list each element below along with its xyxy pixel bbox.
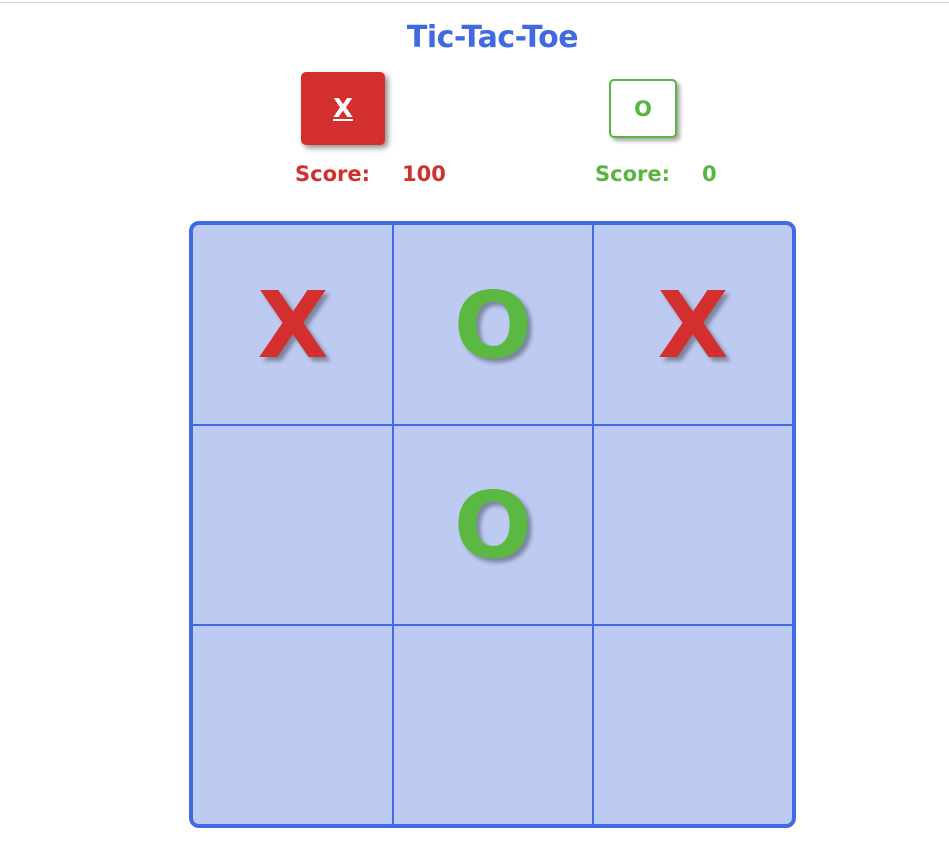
board-cell-6[interactable] — [593, 425, 792, 625]
board-cell-2[interactable]: O — [393, 225, 593, 425]
game-board: X O X O — [189, 221, 796, 828]
board-cell-8[interactable] — [393, 625, 593, 824]
player-o-score-label: Score: — [595, 162, 670, 186]
board-cell-9[interactable] — [593, 625, 792, 824]
grid-line-vertical — [392, 225, 394, 824]
board-cell-1[interactable]: X — [193, 225, 393, 425]
page-title: Tic-Tac-Toe — [406, 20, 579, 55]
top-divider — [0, 2, 949, 3]
player-x-score: Score: 100 — [295, 161, 446, 187]
player-x-score-label: Score: — [295, 162, 370, 186]
grid-line-horizontal — [193, 424, 792, 426]
player-x-button[interactable]: X — [301, 72, 385, 145]
board-cell-4[interactable] — [193, 425, 393, 625]
player-o-score-value: 0 — [702, 162, 717, 186]
player-x-score-value: 100 — [402, 162, 446, 186]
grid-line-horizontal — [193, 624, 792, 626]
board-cell-7[interactable] — [193, 625, 393, 824]
player-o-button[interactable]: O — [609, 79, 677, 138]
board-cell-5[interactable]: O — [393, 425, 593, 625]
grid-line-vertical — [592, 225, 594, 824]
player-o-score: Score: 0 — [595, 161, 717, 187]
board-cell-3[interactable]: X — [593, 225, 792, 425]
